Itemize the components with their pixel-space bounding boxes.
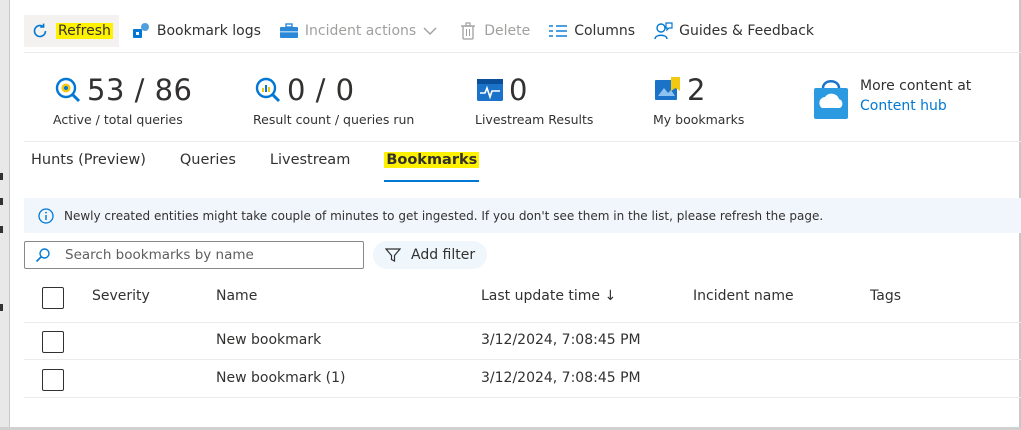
row-checkbox[interactable] [42,369,64,391]
stat-value: 0 [509,73,528,107]
tab-label: Bookmarks [384,152,480,168]
incident-actions-button[interactable]: Incident actions [273,15,446,47]
stat-active-queries: 53 / 86 Active / total queries [53,72,193,127]
livestream-icon [475,75,505,105]
chevron-down-icon [420,21,440,41]
bookmark-logs-button[interactable]: Bookmark logs [125,15,267,47]
select-all-checkbox[interactable] [42,287,64,309]
stat-my-bookmarks: 2 My bookmarks [653,72,744,127]
bookmark-logs-label: Bookmark logs [156,23,261,39]
column-header-severity[interactable]: Severity [92,288,150,304]
refresh-label: Refresh [56,23,113,39]
columns-button[interactable]: Columns [542,15,641,47]
tab-label: Livestream [269,152,351,168]
row-checkbox[interactable] [42,331,64,353]
content-hub-text: More content at [860,78,972,94]
stat-label: My bookmarks [653,112,745,127]
stats-divider [24,141,1021,142]
tab-livestream[interactable]: Livestream [270,152,350,182]
content-hub-promo: More content at Content hub [812,76,971,124]
stat-value: 53 / 86 [87,73,193,107]
column-header-name[interactable]: Name [216,288,257,304]
shopping-bag-icon [812,76,850,124]
stat-result-count: 0 / 0 Result count / queries run [253,72,414,127]
tab-bar: Hunts (Preview) Queries Livestream Bookm… [31,152,513,182]
cell-last-update: 3/12/2024, 7:08:45 PM [481,332,641,348]
content-hub-link[interactable]: Content hub [860,96,971,116]
add-filter-button[interactable]: Add filter [373,241,488,269]
tab-hunts[interactable]: Hunts (Preview) [31,152,146,182]
refresh-button[interactable]: Refresh [24,15,119,47]
columns-icon [548,21,568,41]
cell-last-update: 3/12/2024, 7:08:45 PM [481,370,641,386]
filter-icon [384,247,402,263]
cell-name[interactable]: New bookmark [216,332,321,348]
columns-label: Columns [574,23,636,39]
add-filter-label: Add filter [411,247,476,263]
guides-feedback-button[interactable]: Guides & Feedback [647,15,820,47]
stat-label: Active / total queries [53,112,183,127]
incident-actions-label: Incident actions [304,23,417,39]
info-message: Newly created entities might take couple… [64,208,824,223]
guides-feedback-label: Guides & Feedback [679,23,815,39]
command-bar: Refresh Bookmark logs Incident actions D… [24,12,826,50]
tab-queries[interactable]: Queries [180,152,236,182]
bookmark-icon [653,75,683,105]
row-divider [24,359,1021,360]
search-input[interactable]: Search bookmarks by name [24,241,364,269]
column-header-incident[interactable]: Incident name [693,288,794,304]
row-divider [24,397,1021,398]
stat-value: 0 / 0 [287,73,355,107]
stat-value: 2 [687,73,706,107]
trash-icon [458,21,478,41]
search-placeholder: Search bookmarks by name [65,247,254,263]
query-icon [53,75,83,105]
tab-bookmarks[interactable]: Bookmarks [384,152,480,182]
stat-livestream-results: 0 Livestream Results [475,72,593,127]
refresh-icon [30,21,50,41]
tab-label: Queries [179,152,236,168]
result-query-icon [253,75,283,105]
stat-label: Result count / queries run [253,112,415,127]
stat-label: Livestream Results [475,112,594,127]
briefcase-icon [279,21,299,41]
cell-name[interactable]: New bookmark (1) [216,370,345,386]
window-left-edge [0,0,10,430]
column-header-tags[interactable]: Tags [870,288,901,304]
delete-button[interactable]: Delete [452,15,536,47]
active-tab-indicator [384,180,480,182]
column-header-last-update[interactable]: Last update time ↓ [481,288,616,304]
toolbar-divider [24,52,1021,53]
delete-label: Delete [484,23,531,39]
header-divider [24,322,1021,323]
info-icon [38,207,54,224]
tab-label: Hunts (Preview) [31,152,146,168]
info-banner: Newly created entities might take couple… [24,198,1021,233]
search-icon [35,247,51,263]
feedback-person-icon [653,21,673,41]
bookmark-logs-icon [131,21,151,41]
